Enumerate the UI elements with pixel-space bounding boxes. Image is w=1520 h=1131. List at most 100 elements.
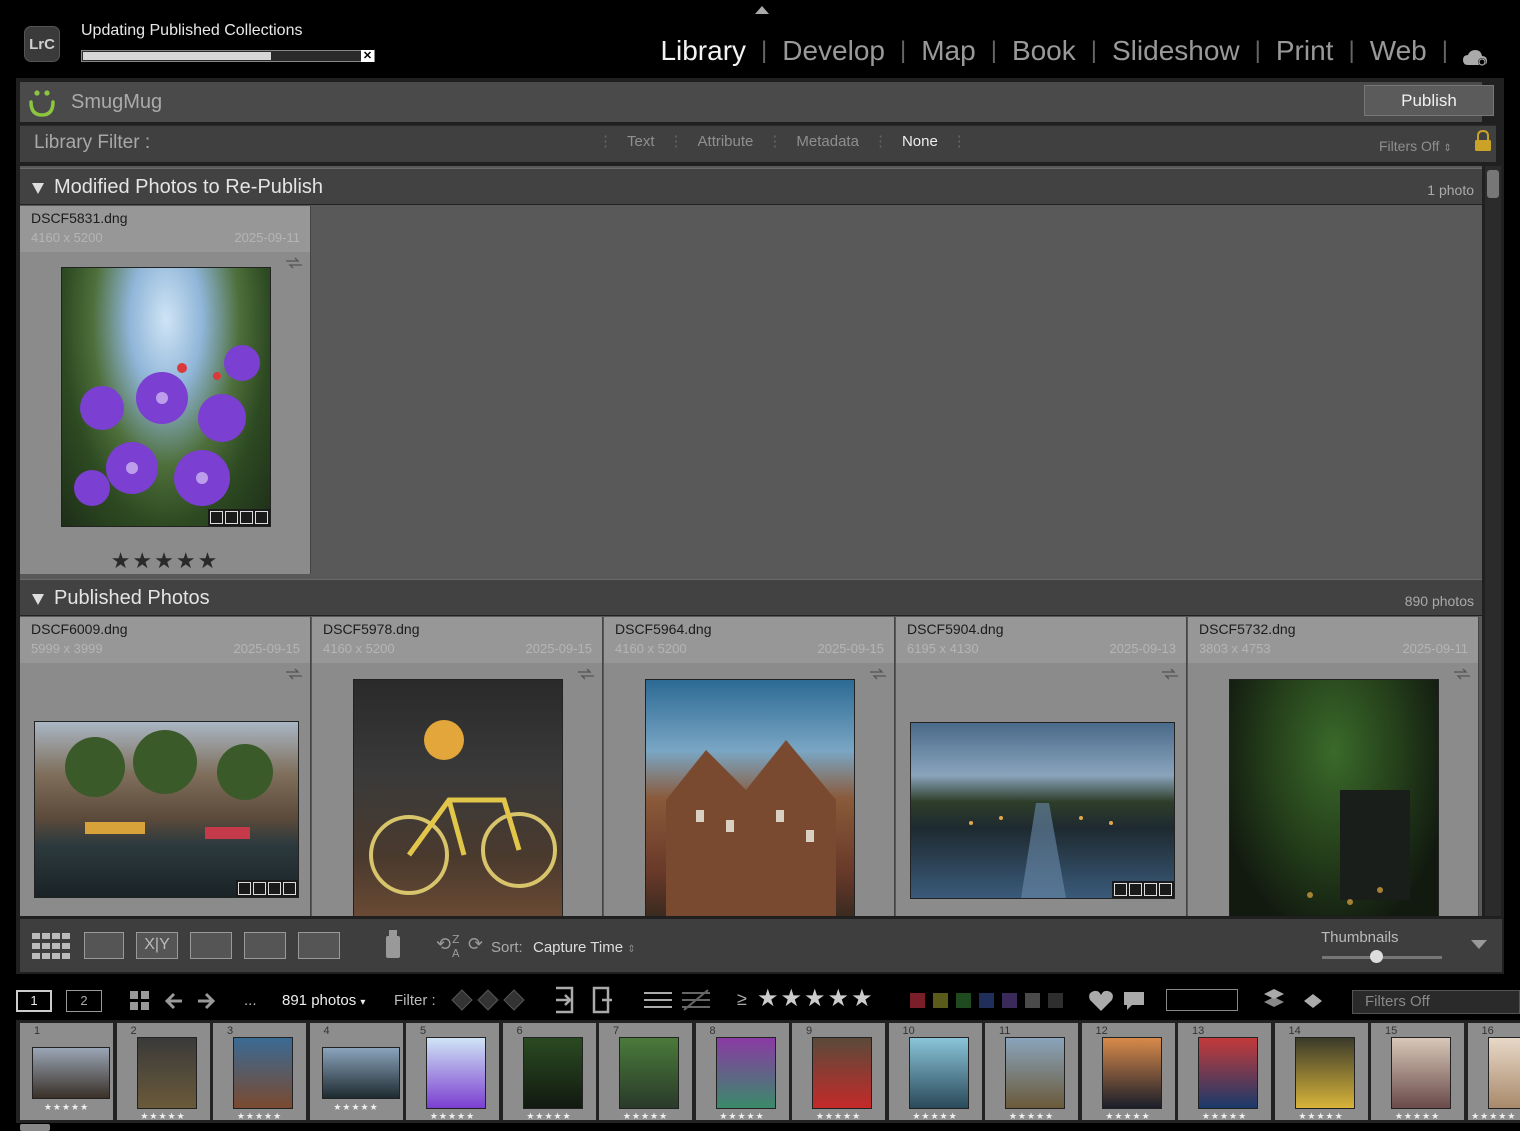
grid-scrollbar[interactable]	[1485, 166, 1501, 916]
export-icon[interactable]	[590, 986, 614, 1014]
section-header-published[interactable]: Published Photos 890 photos	[20, 579, 1482, 616]
filmstrip-thumbnail[interactable]	[136, 1037, 197, 1109]
filmstrip-rating[interactable]: ★★★★★	[792, 1111, 885, 1122]
filmstrip-cell[interactable]: 3 ★★★★★	[213, 1023, 306, 1121]
filmstrip-rating[interactable]: ★★★★★	[117, 1111, 210, 1122]
filmstrip-rating[interactable]: ★★★★★	[503, 1111, 596, 1122]
grid-view-icon[interactable]	[32, 933, 72, 959]
section-header-modified[interactable]: Modified Photos to Re-Publish 1 photo	[20, 168, 1482, 205]
main-window-button[interactable]: 1	[16, 990, 52, 1012]
filmstrip-cell[interactable]: 16 ★★★★★	[1467, 1023, 1520, 1122]
flag-filter-icons[interactable]	[450, 988, 528, 1012]
grid-cell[interactable]: DSCF5732.dng 3803 x 4753 2025-09-11	[1188, 617, 1479, 916]
filmstrip-rating[interactable]: ★★★★★	[1371, 1111, 1464, 1122]
import-icon[interactable]	[552, 986, 580, 1014]
color-label-filter[interactable]	[910, 993, 925, 1008]
filmstrip-thumbnail[interactable]	[233, 1037, 293, 1109]
filter-none[interactable]: None	[888, 133, 952, 150]
filter-toggle-icon[interactable]	[1302, 992, 1324, 1010]
filmstrip-cell[interactable]: 10 ★★★★★	[888, 1023, 982, 1122]
filmstrip-thumbnail[interactable]	[1005, 1037, 1065, 1109]
publish-button[interactable]: Publish	[1364, 85, 1494, 116]
sort-direction-icon[interactable]: ⟲ Z A ⟳	[436, 930, 484, 960]
painter-spray-can-icon[interactable]	[378, 926, 408, 962]
module-book[interactable]: Book	[997, 35, 1091, 67]
people-view-icon[interactable]	[244, 932, 286, 959]
color-label-filter[interactable]	[956, 993, 971, 1008]
stack-layers-icon[interactable]	[1262, 987, 1286, 1013]
module-print[interactable]: Print	[1261, 35, 1349, 67]
photo-thumbnail[interactable]	[353, 679, 563, 916]
filmstrip-rating[interactable]: ★★★★★	[1178, 1111, 1271, 1122]
lock-icon[interactable]	[1474, 129, 1492, 152]
filmstrip-thumbnail[interactable]	[619, 1037, 679, 1109]
forward-arrow-icon[interactable]	[196, 991, 216, 1011]
filter-attribute[interactable]: Attribute	[684, 133, 768, 150]
filmstrip-cell[interactable]: 9 ★★★★★	[792, 1023, 885, 1122]
filmstrip-cell[interactable]: 11 ★★★★★	[985, 1023, 1078, 1122]
filmstrip-rating[interactable]: ★★★★★	[1275, 1111, 1368, 1122]
filmstrip-rating[interactable]: ★★★★★	[985, 1111, 1078, 1122]
module-library[interactable]: Library	[645, 35, 761, 67]
scroll-thumb[interactable]	[1487, 170, 1499, 198]
photo-thumbnail[interactable]	[34, 721, 299, 898]
filmstrip-rating[interactable]: ★★★★★	[406, 1111, 499, 1122]
filmstrip-cell[interactable]: 15 ★★★★★	[1371, 1023, 1464, 1122]
color-label-filter[interactable]	[979, 993, 994, 1008]
filmstrip-cell[interactable]: 5 ★★★★★	[406, 1023, 499, 1122]
photo-thumbnail[interactable]	[61, 267, 271, 527]
filmstrip-thumbnail[interactable]	[1487, 1037, 1520, 1109]
reference-view-icon[interactable]	[298, 932, 340, 959]
module-develop[interactable]: Develop	[767, 35, 900, 67]
clear-filter-sliders-icon[interactable]	[682, 988, 710, 1012]
module-slideshow[interactable]: Slideshow	[1097, 35, 1255, 67]
grid-cell[interactable]: DSCF5831.dng 4160 x 5200 2025-09-11 ★★★★…	[20, 206, 311, 574]
hide-top-panel-arrow-icon[interactable]	[755, 6, 769, 14]
filmstrip-thumbnail[interactable]	[1294, 1037, 1355, 1109]
filmstrip-thumbnail[interactable]	[321, 1047, 400, 1099]
sort-dropdown[interactable]: Capture Time ⇕	[533, 939, 636, 956]
filmstrip-rating[interactable]: ★★★★★	[889, 1111, 982, 1122]
compare-view-icon[interactable]: X|Y	[136, 932, 178, 959]
photo-count[interactable]: 891 photos ▾	[282, 992, 365, 1009]
filmstrip-rating[interactable]: ★★★★★	[599, 1111, 692, 1122]
filmstrip-cell[interactable]: 4 ★★★★★	[309, 1023, 403, 1120]
filmstrip-scroll-thumb[interactable]	[20, 1124, 50, 1131]
grid-cell[interactable]: DSCF6009.dng 5999 x 3999 2025-09-15	[20, 617, 311, 916]
comment-icon[interactable]	[1122, 990, 1146, 1012]
survey-view-icon[interactable]	[190, 932, 232, 959]
filter-presets-dropdown[interactable]: Filters Off ⇕	[1379, 138, 1452, 154]
filmstrip-rating[interactable]: ★★★★★	[310, 1102, 403, 1113]
filmstrip-cell[interactable]: 2 ★★★★★	[116, 1023, 210, 1122]
color-label-filter[interactable]	[933, 993, 948, 1008]
thumbnail-size-knob[interactable]	[1370, 950, 1383, 963]
loupe-view-icon[interactable]	[84, 932, 124, 959]
grid-cell[interactable]: DSCF5964.dng 4160 x 5200 2025-09-15	[604, 617, 895, 916]
grid-icon[interactable]	[130, 991, 150, 1011]
filter-text[interactable]: Text	[613, 133, 669, 150]
photo-thumbnail[interactable]	[645, 679, 855, 916]
back-arrow-icon[interactable]	[164, 991, 184, 1011]
color-label-filter[interactable]	[1025, 993, 1040, 1008]
secondary-window-button[interactable]: 2	[66, 990, 102, 1012]
collapse-triangle-icon[interactable]	[32, 594, 44, 605]
filmstrip-thumbnail[interactable]	[1391, 1037, 1451, 1109]
filmstrip-cell[interactable]: 7 ★★★★★	[599, 1023, 692, 1122]
filmstrip-cell[interactable]: 14 ★★★★★	[1274, 1023, 1368, 1122]
filmstrip-thumbnail[interactable]	[812, 1037, 872, 1109]
filmstrip-rating[interactable]: ★★★★★	[1468, 1111, 1520, 1122]
collapse-triangle-icon[interactable]	[32, 183, 44, 194]
filmstrip-thumbnail[interactable]	[426, 1037, 486, 1109]
filmstrip-thumbnail[interactable]	[1101, 1037, 1162, 1109]
filmstrip-rating[interactable]: ★★★★★	[20, 1102, 113, 1113]
cloud-sync-icon[interactable]	[1462, 42, 1488, 66]
badge-filter-icons[interactable]	[1166, 989, 1238, 1011]
grid-cell[interactable]: DSCF5904.dng 6195 x 4130 2025-09-13	[896, 617, 1187, 916]
filmstrip-cell[interactable]: 8 ★★★★★	[695, 1023, 789, 1122]
filmstrip-cell[interactable]: 6 ★★★★★	[502, 1023, 596, 1122]
photo-thumbnail[interactable]	[910, 722, 1175, 899]
photo-thumbnail[interactable]	[1229, 679, 1439, 916]
filmstrip-rating[interactable]: ★★★★★	[696, 1111, 789, 1122]
color-label-filter[interactable]	[1002, 993, 1017, 1008]
module-web[interactable]: Web	[1355, 35, 1442, 67]
